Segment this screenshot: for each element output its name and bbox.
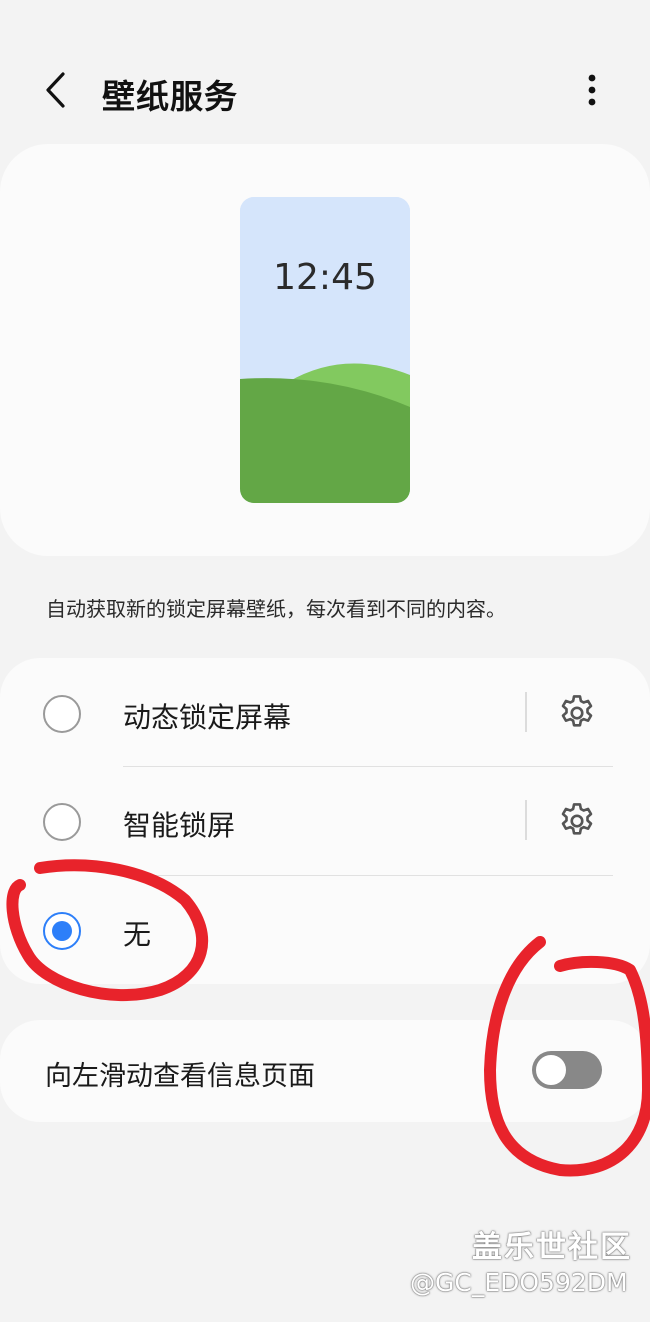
- radio-button-selected[interactable]: [43, 912, 81, 950]
- lockscreen-preview: 12:45: [240, 197, 410, 503]
- option-label: 无: [123, 918, 152, 951]
- radio-button[interactable]: [43, 803, 81, 841]
- preview-clock: 12:45: [273, 257, 377, 298]
- wallpaper-image: [240, 197, 410, 503]
- setting-label: 向左滑动查看信息页面: [45, 1061, 315, 1092]
- watermark-logo: 盖乐世社区: [472, 1230, 632, 1265]
- swipe-info-page-setting[interactable]: 向左滑动查看信息页面: [0, 1020, 650, 1122]
- option-dynamic-lock-screen[interactable]: 动态锁定屏幕: [0, 658, 650, 766]
- back-button[interactable]: [34, 68, 78, 112]
- radio-button[interactable]: [43, 695, 81, 733]
- option-smart-lock-screen[interactable]: 智能锁屏: [0, 767, 650, 875]
- wallpaper-options-list: 动态锁定屏幕 智能锁屏 无: [0, 658, 650, 984]
- option-label: 动态锁定屏幕: [123, 701, 292, 734]
- gear-icon[interactable]: [556, 800, 598, 842]
- toggle-knob: [534, 1053, 568, 1087]
- more-options-button[interactable]: [570, 68, 614, 112]
- watermark-username: @GC_EDO592DM: [410, 1268, 628, 1297]
- page-title: 壁纸服务: [102, 77, 238, 116]
- more-vertical-icon: [588, 74, 596, 106]
- preview-card: 12:45: [0, 144, 650, 556]
- option-label: 智能锁屏: [123, 809, 236, 842]
- gear-icon[interactable]: [556, 692, 598, 734]
- divider: [525, 800, 527, 840]
- description-text: 自动获取新的锁定屏幕壁纸，每次看到不同的内容。: [46, 597, 506, 621]
- app-header: 壁纸服务: [0, 50, 650, 130]
- chevron-left-icon: [46, 72, 65, 108]
- toggle-switch[interactable]: [532, 1051, 602, 1089]
- option-none[interactable]: 无: [0, 876, 650, 984]
- divider: [525, 692, 527, 732]
